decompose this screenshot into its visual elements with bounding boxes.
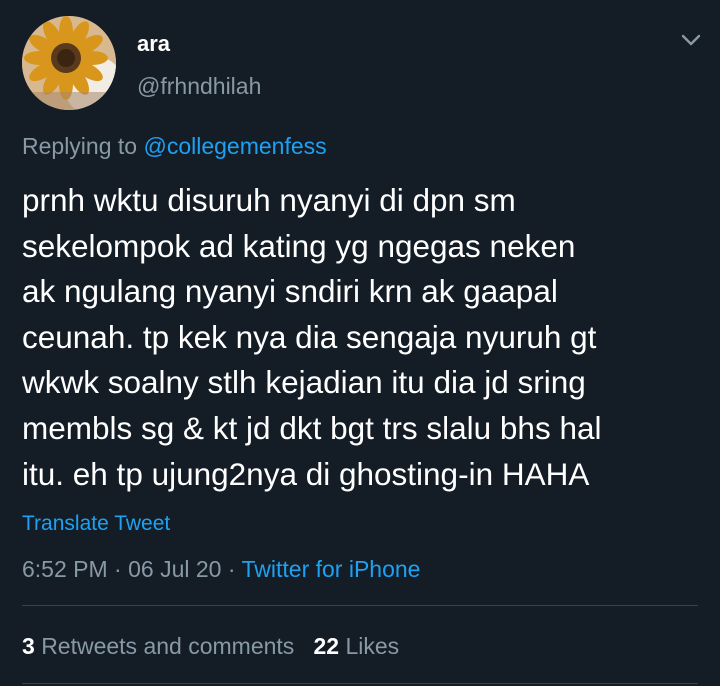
avatar[interactable] (22, 16, 116, 110)
likes-label: Likes (345, 633, 400, 659)
divider (22, 683, 698, 684)
tweet-text-line: ceunah. tp kek nya dia sengaja nyuruh gt (22, 318, 597, 355)
translate-tweet-link[interactable]: Translate Tweet (22, 512, 170, 536)
likes-stat[interactable]: 22 Likes (313, 633, 399, 659)
tweet-text-line: membls sg & kt jd dkt bgt trs slalu bhs … (22, 409, 602, 446)
tweet-text-line: wkwk soalny stlh kejadian itu dia jd sri… (22, 364, 586, 401)
tweet-time[interactable]: 6:52 PM (22, 556, 108, 582)
tweet-text: prnh wktu disuruh nyanyi di dpn sm sekel… (22, 178, 712, 497)
display-name[interactable]: ara (137, 31, 170, 57)
likes-count: 22 (313, 633, 340, 659)
retweets-stat[interactable]: 3 Retweets and comments (22, 633, 294, 659)
engagement-stats: 3 Retweets and comments 22 Likes (22, 633, 399, 660)
tweet-text-line: itu. eh tp ujung2nya di ghosting-in HAHA (22, 455, 590, 492)
chevron-down-icon[interactable] (680, 32, 702, 48)
tweet-meta: 6:52 PM · 06 Jul 20 · Twitter for iPhone (22, 556, 421, 582)
replying-to-label: Replying to (22, 133, 138, 159)
retweets-label: Retweets and comments (41, 633, 295, 659)
replying-to: Replying to @collegemenfess (22, 133, 327, 160)
divider (22, 605, 698, 606)
tweet-text-line: ak ngulang nyanyi sndiri krn ak gaapal (22, 273, 558, 310)
tweet-source-link[interactable]: Twitter for iPhone (242, 556, 421, 582)
tweet-date[interactable]: 06 Jul 20 (128, 556, 221, 582)
user-handle[interactable]: @frhndhilah (137, 73, 261, 100)
reply-mention-link[interactable]: @collegemenfess (143, 133, 326, 159)
retweets-count: 3 (22, 633, 35, 659)
tweet-text-line: prnh wktu disuruh nyanyi di dpn sm (22, 182, 516, 218)
tweet-text-line: sekelompok ad kating yg ngegas neken (22, 227, 576, 264)
